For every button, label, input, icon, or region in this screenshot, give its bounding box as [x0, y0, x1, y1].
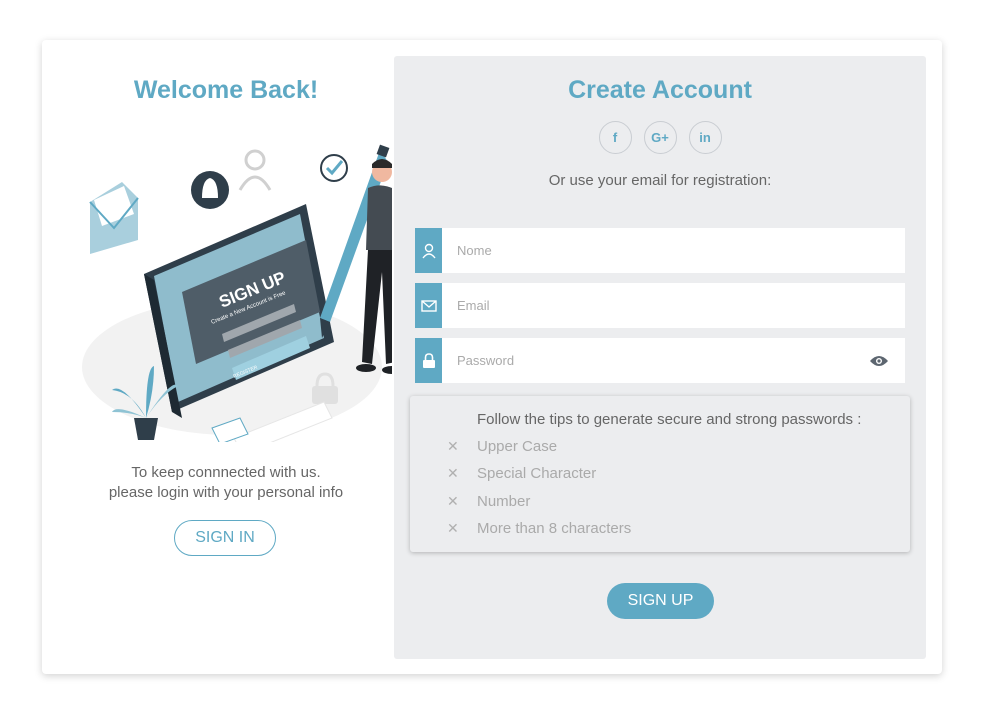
user-outline-icon — [238, 149, 272, 191]
bell-icon — [191, 171, 229, 209]
registration-subtitle: Or use your email for registration: — [548, 172, 772, 189]
create-account-title: Create Account — [568, 76, 752, 104]
google-plus-icon: G+ — [651, 130, 669, 145]
eye-icon[interactable] — [867, 351, 891, 371]
linkedin-icon: in — [699, 130, 711, 145]
email-input[interactable] — [442, 283, 905, 328]
envelope-icon — [89, 182, 139, 254]
linkedin-button[interactable]: in — [688, 121, 722, 154]
tip-item-number: ✕ Number — [447, 493, 530, 510]
facebook-button[interactable]: f — [598, 121, 632, 154]
sign-up-button[interactable]: SIGN UP — [607, 583, 714, 619]
create-account-panel: Create Account f G+ in Or use your email… — [394, 56, 926, 659]
welcome-message: To keep connnected with us. please login… — [42, 463, 410, 503]
tip-item-length: ✕ More than 8 characters — [447, 520, 631, 537]
google-plus-button[interactable]: G+ — [643, 121, 677, 154]
facebook-icon: f — [612, 130, 618, 145]
envelope-icon — [415, 283, 442, 328]
password-tips-heading: Follow the tips to generate secure and s… — [477, 411, 862, 428]
close-icon: ✕ — [447, 493, 459, 509]
email-field — [415, 283, 905, 328]
tip-label: Special Character — [477, 465, 597, 482]
tip-label: Number — [477, 493, 531, 510]
tip-item-upper-case: ✕ Upper Case — [447, 438, 557, 455]
sign-in-button[interactable]: SIGN IN — [174, 520, 276, 556]
close-icon: ✕ — [447, 438, 459, 454]
check-bubble-icon — [320, 154, 348, 182]
welcome-message-line1: To keep connnected with us. — [131, 464, 321, 481]
password-input[interactable] — [442, 338, 867, 383]
password-tips-box: Follow the tips to generate secure and s… — [410, 396, 910, 552]
auth-card: Welcome Back! SIGN UP Create a New Accou… — [42, 40, 942, 674]
close-icon: ✕ — [447, 465, 459, 481]
welcome-message-line2: please login with your personal info — [108, 484, 344, 501]
user-icon — [415, 228, 442, 273]
social-buttons: f G+ in — [394, 121, 926, 154]
tip-label: Upper Case — [477, 438, 558, 455]
sign-up-illustration: SIGN UP Create a New Account is Free REG… — [82, 144, 392, 442]
welcome-panel: Welcome Back! SIGN UP Create a New Accou… — [42, 40, 394, 674]
tip-label: More than 8 characters — [477, 520, 632, 537]
name-field — [415, 228, 905, 273]
welcome-title: Welcome Back! — [133, 76, 319, 104]
lock-icon — [415, 338, 442, 383]
close-icon: ✕ — [447, 520, 459, 536]
name-input[interactable] — [442, 228, 905, 273]
password-field — [415, 338, 905, 383]
tip-item-special-character: ✕ Special Character — [447, 465, 596, 482]
